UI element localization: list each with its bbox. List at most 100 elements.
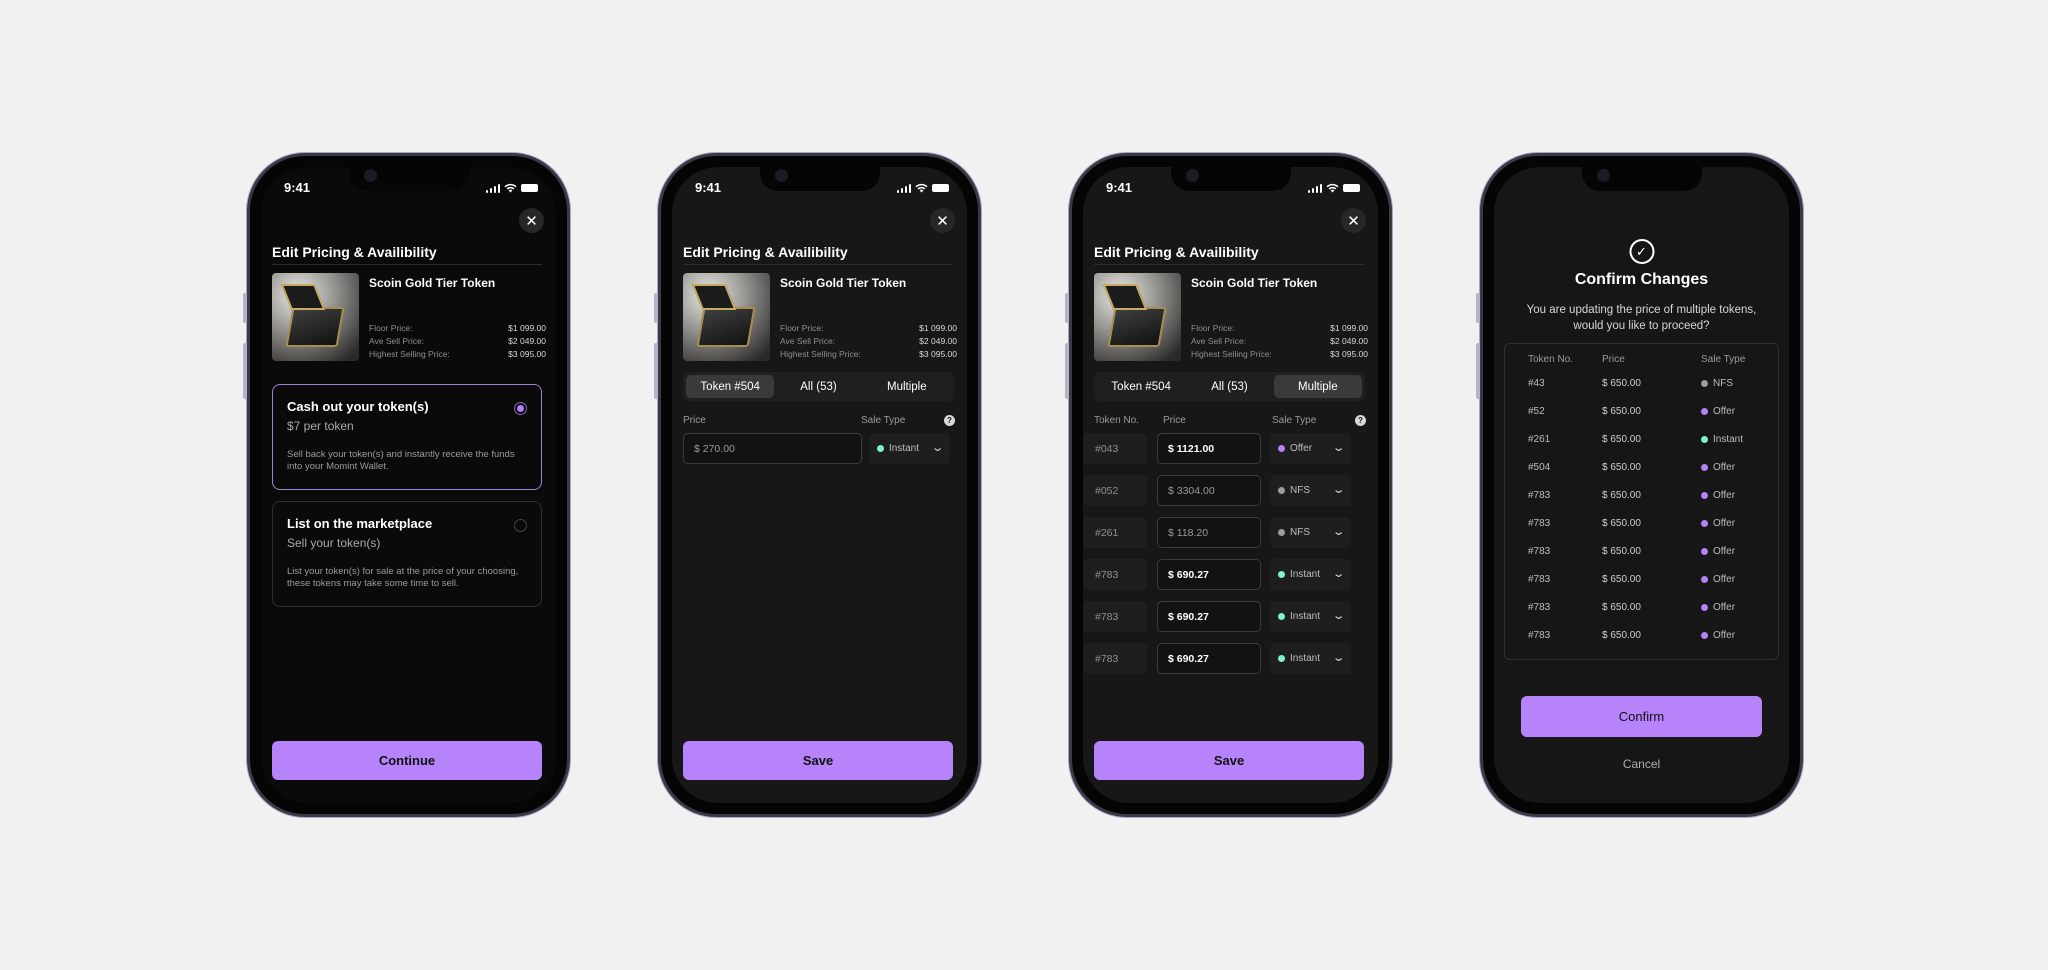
wifi-icon bbox=[915, 183, 928, 193]
token-number: #783 bbox=[1083, 601, 1147, 632]
option-marketplace[interactable]: List on the marketplace Sell your token(… bbox=[272, 501, 542, 607]
continue-button[interactable]: Continue bbox=[272, 741, 542, 780]
price-input[interactable]: $ 1121.00 bbox=[1157, 433, 1261, 464]
chevron-down-icon: ⌄ bbox=[930, 442, 945, 454]
tab-multiple[interactable]: Multiple bbox=[863, 375, 951, 398]
battery-icon bbox=[521, 184, 538, 192]
price-input[interactable]: $ 118.20 bbox=[1157, 517, 1261, 548]
chevron-down-icon: ⌄ bbox=[1331, 442, 1346, 454]
tab-token-504[interactable]: Token #504 bbox=[686, 375, 775, 398]
close-icon: ✕ bbox=[936, 212, 949, 230]
tab-all[interactable]: All (53) bbox=[1185, 375, 1273, 398]
token-number: #261 bbox=[1083, 517, 1147, 548]
changes-table: Token No. Price Sale Type #43 $ 650.00 NFS… bbox=[1504, 343, 1779, 660]
stat-row: Highest Selling Price: $3 095.00 bbox=[1191, 349, 1368, 359]
close-button[interactable]: ✕ bbox=[519, 208, 544, 233]
notch bbox=[1170, 167, 1291, 191]
phone-screen-2: 9:41 ✕ Edit Pricing & Availibility Scoin… bbox=[654, 153, 981, 817]
product-image bbox=[272, 273, 359, 361]
option-cash-out[interactable]: Cash out your token(s) $7 per token Sell… bbox=[272, 384, 542, 490]
chevron-down-icon: ⌄ bbox=[1331, 568, 1346, 580]
status-dot bbox=[1701, 436, 1708, 443]
table-row: #783 $ 650.00 Offer bbox=[1528, 518, 1736, 529]
token-number: #783 bbox=[1083, 559, 1147, 590]
sale-type-select[interactable]: Instant ⌄ bbox=[1270, 643, 1351, 674]
table-row: #783 $ 650.00 Offer bbox=[1528, 630, 1736, 641]
save-button[interactable]: Save bbox=[683, 741, 953, 780]
screen-2: 9:41 ✕ Edit Pricing & Availibility Scoin… bbox=[672, 167, 967, 803]
phone-screen-1: 9:41 ✕ Edit Pricing & Availibility Scoin… bbox=[243, 153, 570, 817]
confirm-title: Confirm Changes bbox=[1574, 271, 1709, 288]
status-dot bbox=[1278, 655, 1285, 662]
table-row: #783 $ 650.00 Offer bbox=[1528, 574, 1736, 585]
signal-icon bbox=[896, 183, 911, 193]
radio-cash-out[interactable] bbox=[514, 402, 527, 415]
stat-row: Ave Sell Price: $2 049.00 bbox=[369, 336, 546, 346]
token-tabs: Token #504 All (53) Multiple bbox=[683, 372, 954, 401]
status-dot bbox=[1701, 576, 1708, 583]
help-icon[interactable]: ? bbox=[944, 415, 955, 426]
status-dot bbox=[1278, 445, 1285, 452]
divider bbox=[683, 264, 953, 265]
product-image bbox=[683, 273, 770, 361]
page-title: Edit Pricing & Availibility bbox=[272, 244, 437, 260]
token-number: #043 bbox=[1083, 433, 1147, 464]
cancel-button[interactable]: Cancel bbox=[1494, 757, 1789, 771]
column-header-sale-type: Sale Type bbox=[1272, 415, 1317, 426]
help-icon[interactable]: ? bbox=[1355, 415, 1366, 426]
battery-icon bbox=[1343, 184, 1360, 192]
token-tabs: Token #504 All (53) Multiple bbox=[1094, 372, 1365, 401]
price-input[interactable]: $ 690.27 bbox=[1157, 643, 1261, 674]
price-input[interactable]: $ 270.00 bbox=[683, 433, 862, 464]
confirm-description: You are updating the price of multiple t… bbox=[1526, 304, 1757, 332]
product-name: Scoin Gold Tier Token bbox=[1191, 276, 1318, 290]
stat-row: Highest Selling Price: $3 095.00 bbox=[780, 349, 957, 359]
stat-row: Floor Price: $1 099.00 bbox=[780, 323, 957, 333]
close-icon: ✕ bbox=[1347, 212, 1360, 230]
wifi-icon bbox=[1326, 183, 1339, 193]
status-dot bbox=[1701, 520, 1708, 527]
product-card: Scoin Gold Tier Token Floor Price: $1 099… bbox=[1094, 273, 1368, 361]
status-dot bbox=[1701, 492, 1708, 499]
close-button[interactable]: ✕ bbox=[930, 208, 955, 233]
column-header-token: Token No. bbox=[1094, 415, 1140, 426]
price-input[interactable]: $ 690.27 bbox=[1157, 559, 1261, 590]
status-dot bbox=[1701, 464, 1708, 471]
sale-type-select[interactable]: NFS ⌄ bbox=[1270, 517, 1351, 548]
product-stats: Floor Price: $1 099.00 Ave Sell Price: $2 … bbox=[1191, 323, 1368, 362]
close-button[interactable]: ✕ bbox=[1341, 208, 1366, 233]
check-circle-icon: ✓ bbox=[1629, 239, 1654, 264]
phone-screen-4: ✓ Confirm Changes You are updating the p… bbox=[1476, 153, 1803, 817]
screen-4: ✓ Confirm Changes You are updating the p… bbox=[1494, 167, 1789, 803]
table-row: #261 $ 650.00 Instant bbox=[1528, 434, 1744, 445]
sale-type-select[interactable]: Offer ⌄ bbox=[1270, 433, 1351, 464]
notch bbox=[759, 167, 880, 191]
save-button[interactable]: Save bbox=[1094, 741, 1364, 780]
status-dot bbox=[1278, 571, 1285, 578]
tab-token-504[interactable]: Token #504 bbox=[1097, 375, 1185, 398]
status-dot bbox=[1278, 487, 1285, 494]
tab-multiple[interactable]: Multiple bbox=[1273, 375, 1362, 398]
sale-type-select[interactable]: Instant ⌄ bbox=[1270, 601, 1351, 632]
status-dot bbox=[877, 445, 884, 452]
status-dot bbox=[1701, 380, 1708, 387]
close-icon: ✕ bbox=[525, 212, 538, 230]
sale-type-select[interactable]: Instant ⌄ bbox=[1270, 559, 1351, 590]
confirm-button[interactable]: Confirm bbox=[1521, 696, 1762, 737]
radio-marketplace[interactable] bbox=[514, 519, 527, 532]
table-row: #52 $ 650.00 Offer bbox=[1528, 406, 1736, 417]
price-input[interactable]: $ 3304.00 bbox=[1157, 475, 1261, 506]
notch bbox=[348, 167, 469, 191]
signal-icon bbox=[1307, 183, 1322, 193]
status-dot bbox=[1701, 408, 1708, 415]
status-time: 9:41 bbox=[1106, 180, 1133, 195]
status-dot bbox=[1701, 604, 1708, 611]
status-dot bbox=[1278, 613, 1285, 620]
stat-row: Ave Sell Price: $2 049.00 bbox=[1191, 336, 1368, 346]
price-label: Price bbox=[683, 415, 706, 426]
sale-type-select[interactable]: Instant ⌄ bbox=[869, 433, 950, 464]
price-input[interactable]: $ 690.27 bbox=[1157, 601, 1261, 632]
sale-type-select[interactable]: NFS ⌄ bbox=[1270, 475, 1351, 506]
table-row: #783 $ 650.00 Offer bbox=[1528, 490, 1736, 501]
tab-all[interactable]: All (53) bbox=[774, 375, 862, 398]
